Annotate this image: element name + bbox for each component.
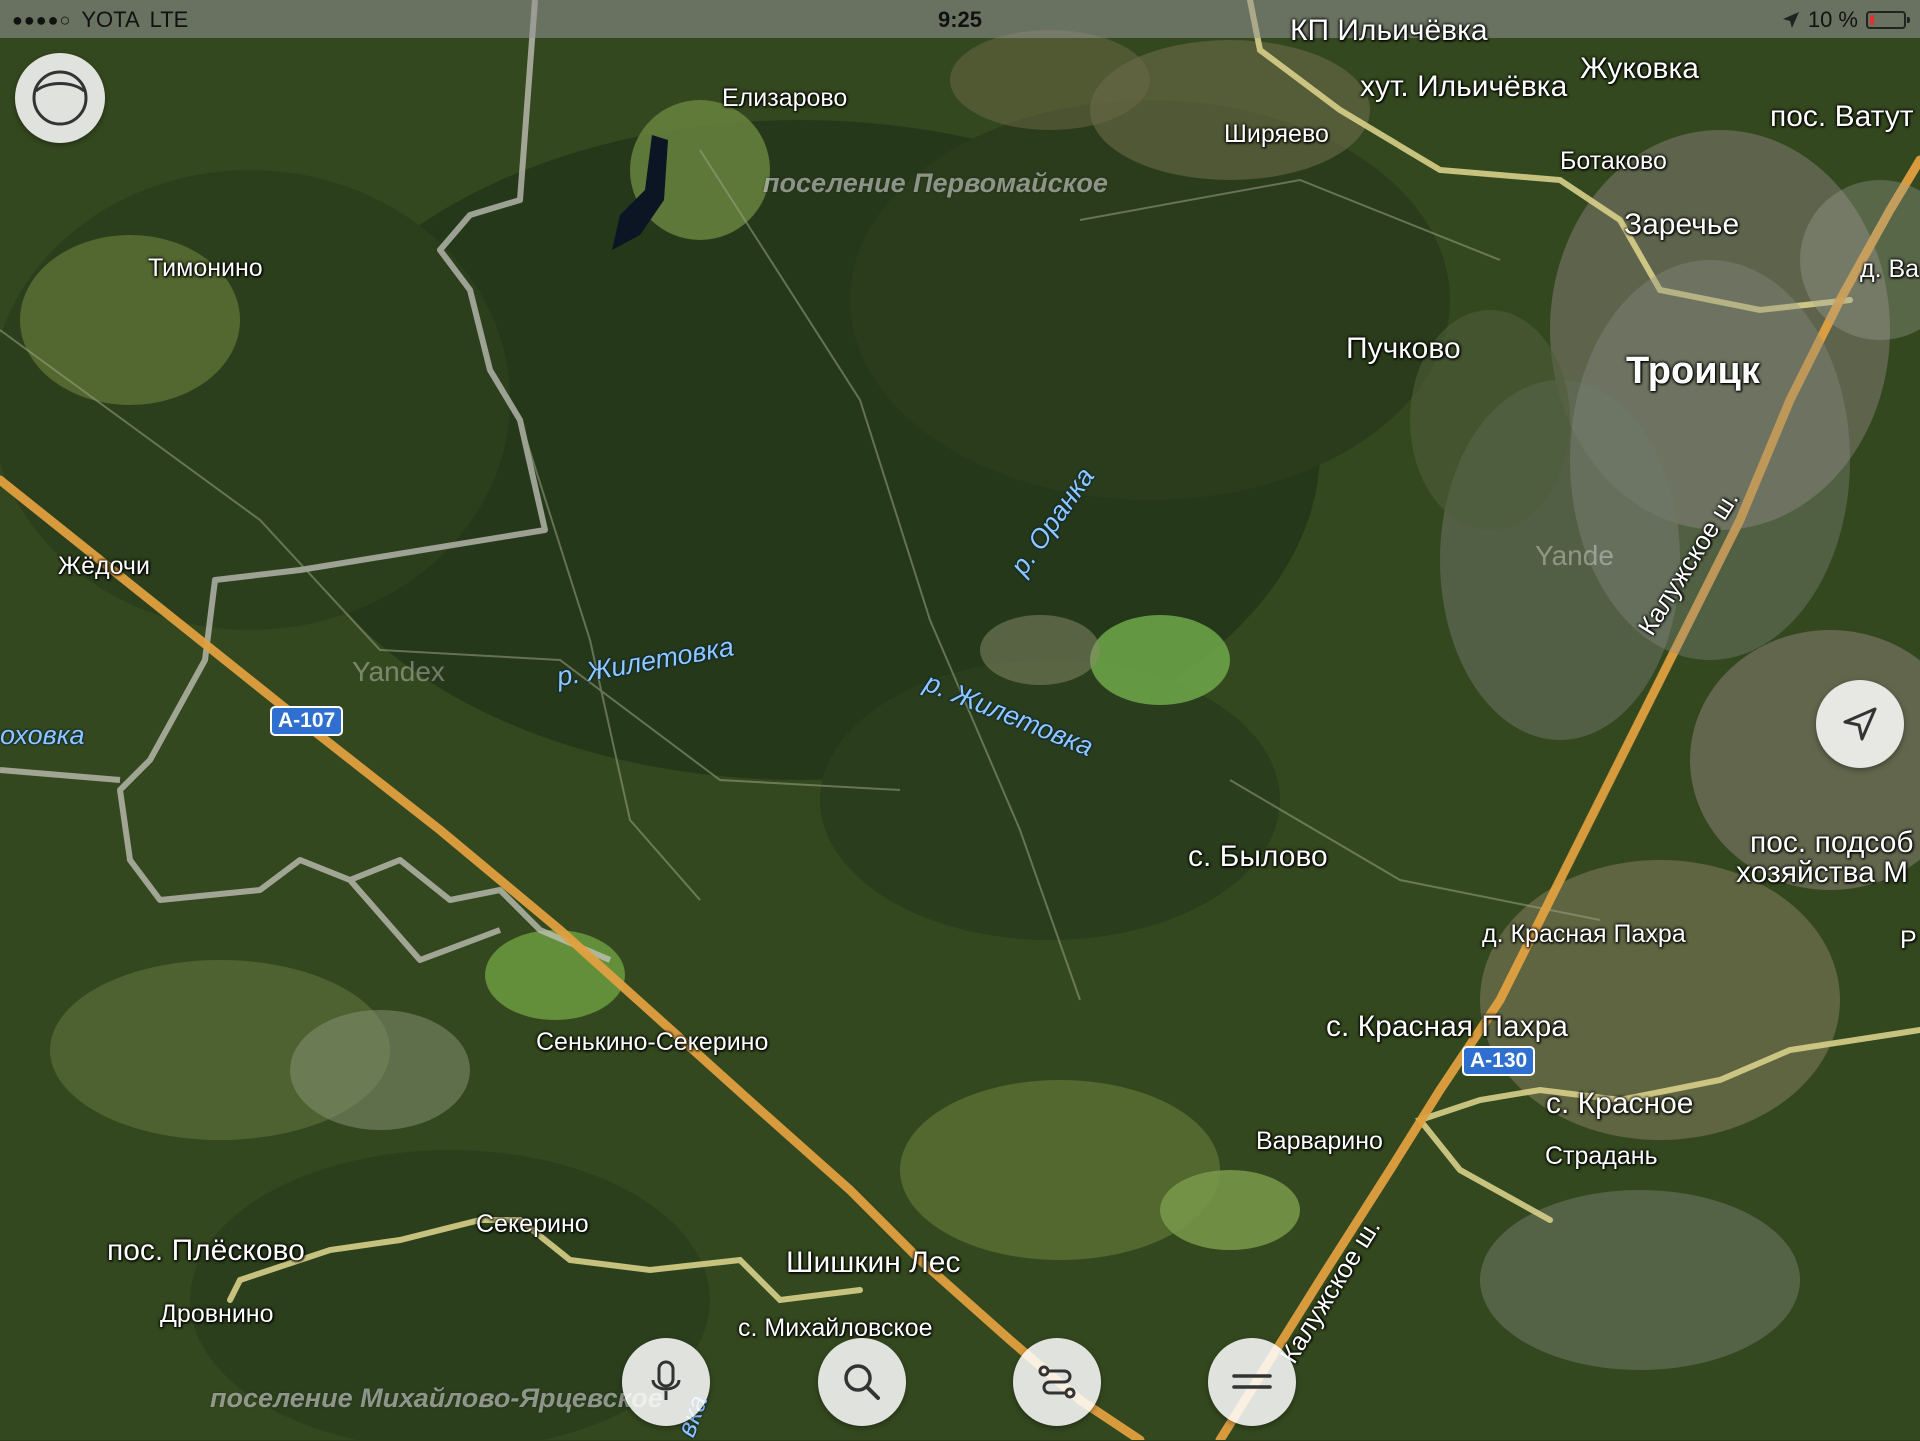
river-label: оховка xyxy=(0,720,85,750)
place-label[interactable]: Елизарово xyxy=(722,84,847,113)
place-label[interactable]: Ширяево xyxy=(1224,120,1329,149)
menu-button[interactable] xyxy=(1208,1338,1296,1426)
routes-button[interactable] xyxy=(1013,1338,1101,1426)
battery-icon xyxy=(1866,11,1910,29)
place-label[interactable]: Р xyxy=(1900,926,1917,955)
status-right: 10 % xyxy=(1782,7,1910,33)
place-label[interactable]: КП Ильичёвка xyxy=(1290,14,1488,48)
place-label[interactable]: Жёдочи xyxy=(58,552,150,581)
place-label[interactable]: Секерино xyxy=(476,1210,589,1239)
place-label[interactable]: Шишкин Лес xyxy=(786,1246,960,1280)
place-label[interactable]: Сенькино-Секерино xyxy=(536,1028,768,1057)
place-label[interactable]: Заречье xyxy=(1624,208,1739,242)
menu-icon xyxy=(1232,1374,1272,1389)
place-label[interactable]: Страдань xyxy=(1545,1142,1658,1171)
area-label-pervomayskoe: поселение Первомайское xyxy=(763,168,1108,198)
place-label[interactable]: д. Ва xyxy=(1860,255,1919,284)
road-shield: А-130 xyxy=(1462,1046,1536,1076)
search-icon xyxy=(844,1364,880,1400)
city-label[interactable]: Троицк xyxy=(1626,350,1760,393)
status-bar: ●●●●○ YOTA LTE 9:25 10 % xyxy=(0,0,1920,38)
place-label[interactable]: с. Красное xyxy=(1546,1087,1693,1121)
layers-icon xyxy=(32,70,88,126)
microphone-icon xyxy=(651,1360,681,1400)
voice-button[interactable] xyxy=(622,1338,710,1426)
place-label[interactable]: пос. Ватут xyxy=(1770,100,1913,134)
place-label[interactable]: Жуковка xyxy=(1580,52,1699,86)
road-shield: А-107 xyxy=(270,706,344,736)
battery-percent: 10 % xyxy=(1807,7,1858,32)
place-label[interactable]: Пучково xyxy=(1346,332,1461,366)
place-label[interactable]: пос. Плёсково xyxy=(107,1234,305,1268)
yandex-watermark: Yande xyxy=(1535,540,1614,571)
clock: 9:25 xyxy=(937,7,983,32)
place-label[interactable]: Дровнино xyxy=(160,1300,274,1329)
place-label[interactable]: Варварино xyxy=(1256,1127,1383,1156)
place-label[interactable]: с. Михайловское xyxy=(738,1314,933,1343)
place-label[interactable]: Тимонино xyxy=(148,254,263,283)
place-label[interactable]: д. Красная Пахра xyxy=(1482,920,1686,949)
yandex-watermark: Yandex xyxy=(352,656,445,687)
search-button[interactable] xyxy=(818,1338,906,1426)
locate-me-button[interactable] xyxy=(1816,680,1904,768)
place-label[interactable]: с. Красная Пахра xyxy=(1326,1010,1568,1044)
place-label[interactable]: Ботаково xyxy=(1560,147,1667,176)
area-label-mikhaylovo: поселение Михайлово-Ярцевское xyxy=(210,1383,663,1413)
place-label[interactable]: хут. Ильичёвка xyxy=(1360,70,1567,104)
route-icon xyxy=(1038,1365,1076,1399)
location-services-icon xyxy=(1782,12,1799,28)
place-label[interactable]: хозяйства М xyxy=(1736,856,1908,890)
layers-button[interactable] xyxy=(15,53,105,143)
place-label[interactable]: пос. подсоб xyxy=(1750,826,1914,860)
place-label[interactable]: с. Былово xyxy=(1188,840,1328,874)
location-arrow-icon xyxy=(1843,707,1877,741)
